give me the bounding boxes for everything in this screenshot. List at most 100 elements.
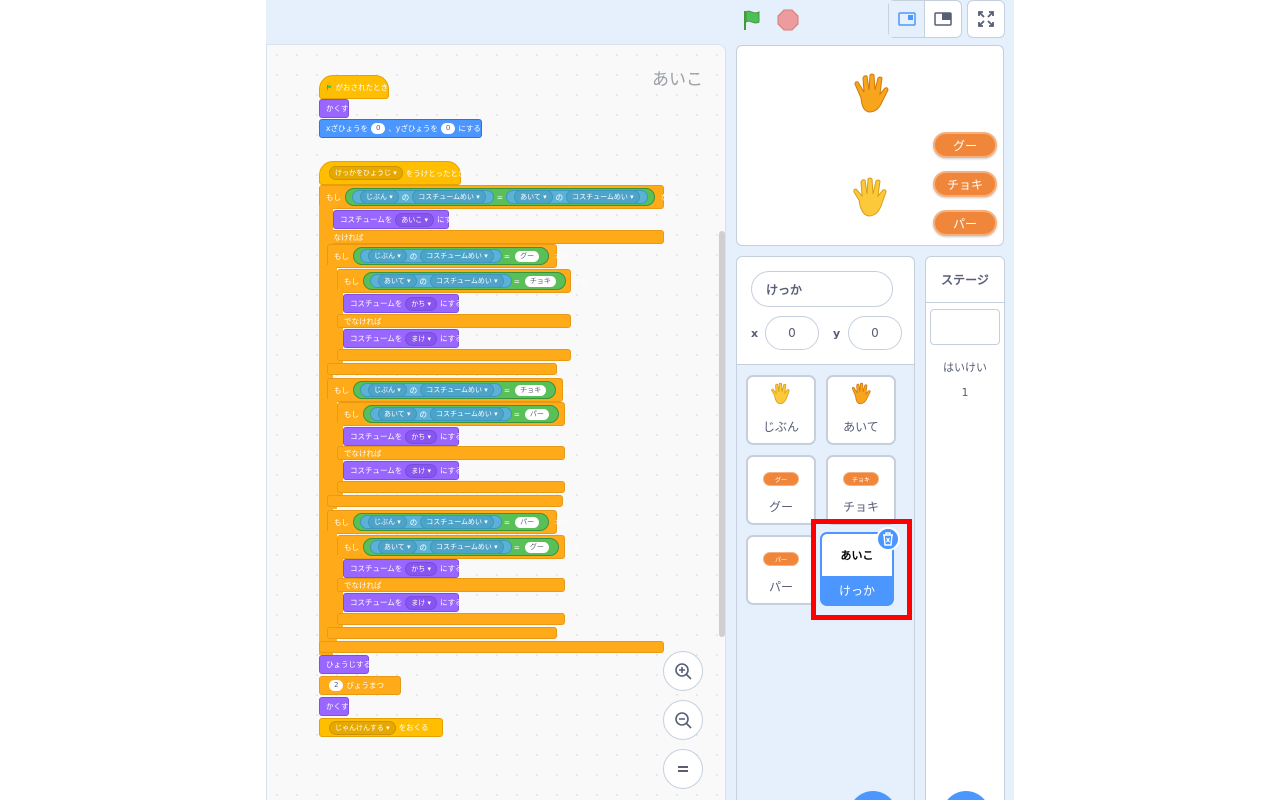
property-dropdown[interactable]: コスチュームめい ▾: [430, 407, 504, 421]
pa-button[interactable]: パー: [933, 210, 997, 236]
when-receive-block[interactable]: けっかをひょうじ ▾ をうけとったとき: [319, 161, 466, 185]
sprite-name-input[interactable]: けっか: [751, 271, 893, 307]
small-stage-button[interactable]: [889, 1, 926, 37]
costume-dropdown[interactable]: かち ▾: [405, 561, 438, 576]
x-value-input[interactable]: 0: [370, 123, 386, 134]
zoom-out-button[interactable]: [663, 700, 703, 740]
switch-costume-block[interactable]: コスチュームを まけ ▾ にする: [343, 329, 463, 348]
orange-hand-icon[interactable]: [847, 70, 895, 128]
choki-button[interactable]: チョキ: [933, 171, 997, 197]
delete-sprite-button[interactable]: [876, 527, 900, 551]
property-dropdown[interactable]: コスチュームめい ▾: [420, 515, 494, 529]
stage-canvas[interactable]: グー チョキ パー: [736, 45, 1004, 246]
costume-dropdown[interactable]: あいこ ▾: [395, 212, 435, 227]
hide-block[interactable]: かくす: [319, 697, 349, 716]
sprite-tile-aite[interactable]: あいて: [826, 375, 896, 445]
gu-button[interactable]: グー: [933, 132, 997, 158]
equals-operator[interactable]: あいて ▾ の コスチュームめい ▾ = グー: [363, 538, 559, 556]
of-sensing-block[interactable]: あいて ▾ の コスチュームめい ▾: [506, 190, 648, 204]
property-dropdown[interactable]: コスチュームめい ▾: [430, 540, 504, 554]
if-block[interactable]: もし じぶん ▾ の コスチュームめい ▾ = パー なら: [327, 510, 570, 534]
backdrop-thumbnail[interactable]: [930, 309, 1000, 345]
value-input[interactable]: グー: [524, 541, 549, 553]
code-workspace[interactable]: あいこ がおされたとき かくす xざひょうを 0 、yざひょうを 0 にする け…: [266, 44, 726, 800]
of-sensing-block[interactable]: じぶん ▾ の コスチュームめい ▾: [360, 383, 502, 397]
fullscreen-button[interactable]: [967, 0, 1005, 38]
switch-costume-block[interactable]: コスチュームを かち ▾ にする: [343, 427, 463, 446]
show-block[interactable]: ひょうじする: [319, 655, 371, 674]
property-dropdown[interactable]: コスチュームめい ▾: [430, 274, 504, 288]
goto-xy-block[interactable]: xざひょうを 0 、yざひょうを 0 にする: [319, 119, 482, 138]
sprite-tile-jibun[interactable]: じぶん: [746, 375, 816, 445]
value-input[interactable]: パー: [524, 408, 549, 420]
hide-block[interactable]: かくす: [319, 99, 349, 118]
sprite-dropdown[interactable]: じぶん ▾: [368, 249, 407, 263]
property-dropdown[interactable]: コスチュームめい ▾: [412, 190, 486, 204]
of-sensing-block[interactable]: じぶん ▾ の コスチュームめい ▾: [360, 249, 502, 263]
workspace-scrollbar[interactable]: [719, 231, 725, 637]
wait-seconds-input[interactable]: 2: [329, 680, 344, 691]
sprite-tile-choki[interactable]: チョキ チョキ: [826, 455, 896, 525]
sprite-dropdown[interactable]: じぶん ▾: [368, 515, 407, 529]
costume-dropdown[interactable]: かち ▾: [405, 296, 438, 311]
costume-dropdown[interactable]: かち ▾: [405, 429, 438, 444]
if-else-block[interactable]: もし じぶん ▾ の コスチュームめい ▾ = あいて ▾ の コスチュームめい…: [319, 185, 676, 209]
of-sensing-block[interactable]: あいて ▾ の コスチュームめい ▾: [370, 407, 512, 421]
switch-costume-block[interactable]: コスチュームを あいこ ▾ にする: [333, 210, 460, 229]
equals-operator[interactable]: あいて ▾ の コスチュームめい ▾ = パー: [363, 405, 559, 423]
sprite-tile-gu[interactable]: グー グー: [746, 455, 816, 525]
property-dropdown[interactable]: コスチュームめい ▾: [420, 383, 494, 397]
costume-dropdown[interactable]: まけ ▾: [405, 331, 438, 346]
sprite-dropdown[interactable]: あいて ▾: [378, 540, 417, 554]
equals-operator[interactable]: じぶん ▾ の コスチュームめい ▾ = グー: [353, 247, 550, 265]
equals-operator[interactable]: あいて ▾ の コスチュームめい ▾ = チョキ: [363, 272, 566, 290]
of-sensing-block[interactable]: じぶん ▾ の コスチュームめい ▾: [360, 515, 502, 529]
costume-dropdown[interactable]: まけ ▾: [405, 463, 438, 478]
message-dropdown[interactable]: じゃんけんする ▾: [329, 720, 396, 735]
if-else-block[interactable]: もし じぶん ▾ の コスチュームめい ▾ = グー なら: [327, 244, 570, 268]
wait-block[interactable]: 2 びょうまつ: [319, 676, 401, 695]
y-value-input[interactable]: 0: [440, 123, 456, 134]
equals-operator[interactable]: じぶん ▾ の コスチュームめい ▾ = パー: [353, 513, 550, 531]
if-else-block[interactable]: もし あいて ▾ の コスチュームめい ▾ = チョキ なら: [337, 269, 587, 293]
equals-operator[interactable]: じぶん ▾ の コスチュームめい ▾ = あいて ▾ の コスチュームめい ▾: [345, 188, 655, 206]
if-else-block[interactable]: もし あいて ▾ の コスチュームめい ▾ = グー なら: [337, 535, 580, 559]
stage-target-pane[interactable]: ステージ はいけい 1: [925, 256, 1005, 800]
large-stage-button[interactable]: [925, 1, 961, 37]
equals-operator[interactable]: じぶん ▾ の コスチュームめい ▾ = チョキ: [353, 381, 557, 399]
property-dropdown[interactable]: コスチュームめい ▾: [566, 190, 640, 204]
of-sensing-block[interactable]: あいて ▾ の コスチュームめい ▾: [370, 540, 512, 554]
sprite-dropdown[interactable]: じぶん ▾: [368, 383, 407, 397]
property-dropdown[interactable]: コスチュームめい ▾: [420, 249, 494, 263]
sprite-dropdown[interactable]: あいて ▾: [378, 274, 417, 288]
when-flag-clicked-block[interactable]: がおされたとき: [319, 75, 389, 99]
switch-costume-block[interactable]: コスチュームを まけ ▾ にする: [343, 593, 463, 612]
if-else-block[interactable]: もし あいて ▾ の コスチュームめい ▾ = パー なら: [337, 402, 580, 426]
open-hand-icon[interactable]: [847, 174, 895, 232]
switch-costume-block[interactable]: コスチュームを まけ ▾ にする: [343, 461, 463, 480]
if-block[interactable]: もし じぶん ▾ の コスチュームめい ▾ = チョキ なら: [327, 378, 577, 402]
stop-icon[interactable]: [776, 8, 800, 32]
value-input[interactable]: パー: [515, 516, 540, 528]
zoom-reset-button[interactable]: [663, 749, 703, 789]
value-input[interactable]: グー: [515, 250, 540, 262]
sprite-dropdown[interactable]: じぶん ▾: [360, 190, 399, 204]
costume-dropdown[interactable]: まけ ▾: [405, 595, 438, 610]
message-dropdown[interactable]: けっかをひょうじ ▾: [329, 166, 403, 180]
switch-costume-block[interactable]: コスチュームを かち ▾ にする: [343, 294, 463, 313]
sprite-dropdown[interactable]: あいて ▾: [378, 407, 417, 421]
sprite-dropdown[interactable]: あいて ▾: [514, 190, 553, 204]
of-sensing-block[interactable]: じぶん ▾ の コスチュームめい ▾: [352, 190, 494, 204]
y-field[interactable]: 0: [848, 316, 902, 350]
broadcast-block[interactable]: じゃんけんする ▾ をおくる: [319, 718, 443, 737]
switch-costume-block[interactable]: コスチュームを かち ▾ にする: [343, 559, 463, 578]
value-input[interactable]: チョキ: [524, 275, 556, 287]
sprite-tile-pa[interactable]: パー パー: [746, 535, 816, 605]
add-backdrop-button[interactable]: [942, 791, 990, 800]
zoom-in-button[interactable]: [663, 651, 703, 691]
value-input[interactable]: チョキ: [515, 384, 547, 396]
green-flag-icon[interactable]: [740, 8, 764, 32]
x-field[interactable]: 0: [765, 316, 819, 350]
of-sensing-block[interactable]: あいて ▾ の コスチュームめい ▾: [370, 274, 512, 288]
add-sprite-button[interactable]: [849, 791, 897, 800]
